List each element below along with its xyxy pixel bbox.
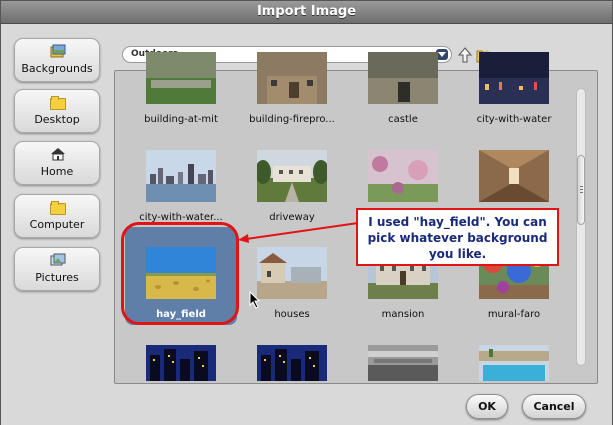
mouse-cursor-icon bbox=[249, 291, 261, 309]
file-item-building-at-mit[interactable]: building-at-mit bbox=[126, 52, 236, 140]
file-name: mural-faro bbox=[487, 309, 541, 320]
file-item-city-with-water[interactable]: city-with-water bbox=[459, 52, 569, 140]
file-name: city-with-water bbox=[476, 114, 552, 125]
sidebar-item-label: Computer bbox=[29, 218, 85, 231]
thumbnail bbox=[146, 52, 216, 104]
thumbnail bbox=[479, 150, 549, 202]
annotation-arrow bbox=[238, 222, 359, 243]
file-name: mansion bbox=[381, 309, 425, 320]
file-item-pool[interactable] bbox=[479, 345, 549, 381]
file-item-parking[interactable] bbox=[368, 345, 438, 381]
sidebar-item-label: Home bbox=[40, 165, 74, 178]
thumbnail bbox=[368, 52, 438, 104]
sidebar-item-label: Pictures bbox=[35, 271, 79, 284]
folder-icon bbox=[50, 200, 66, 215]
thumbnail bbox=[479, 52, 549, 104]
file-name: building-at-mit bbox=[144, 114, 218, 125]
file-name: houses bbox=[274, 309, 310, 320]
scrollbar-thumb[interactable] bbox=[577, 155, 585, 225]
file-item-night-city-2[interactable] bbox=[257, 345, 327, 381]
sidebar-item-desktop[interactable]: Desktop bbox=[14, 89, 100, 133]
annotation-callout: I used "hay_field". You can pick whateve… bbox=[356, 208, 559, 266]
house-icon bbox=[51, 148, 65, 161]
sidebar-item-backgrounds[interactable]: Backgrounds bbox=[14, 38, 100, 82]
sidebar-item-home[interactable]: Home bbox=[14, 141, 100, 185]
thumbnail bbox=[257, 247, 327, 299]
file-name: building-firepro... bbox=[249, 114, 335, 125]
file-item-building-firepro[interactable]: building-firepro... bbox=[237, 52, 347, 140]
thumbnail bbox=[368, 150, 438, 202]
file-item-castle[interactable]: castle bbox=[348, 52, 458, 140]
thumbnail bbox=[146, 150, 216, 202]
cancel-button[interactable]: Cancel bbox=[522, 394, 586, 419]
sidebar-item-label: Desktop bbox=[34, 113, 80, 126]
ok-button[interactable]: OK bbox=[466, 394, 508, 419]
backgrounds-icon bbox=[50, 44, 66, 58]
sidebar-item-computer[interactable]: Computer bbox=[14, 194, 100, 238]
sidebar-item-pictures[interactable]: Pictures bbox=[14, 247, 100, 291]
folder-icon bbox=[50, 95, 66, 110]
file-name: castle bbox=[388, 114, 418, 125]
file-item-hay-field[interactable]: hay_field bbox=[126, 247, 236, 327]
thumbnail bbox=[146, 247, 216, 299]
title-bar[interactable]: Import Image bbox=[1, 1, 612, 24]
file-name: hay_field bbox=[156, 309, 206, 320]
scrollbar-track[interactable] bbox=[576, 88, 586, 366]
pictures-icon bbox=[50, 253, 66, 266]
thumbnail bbox=[257, 150, 327, 202]
file-item-night-city-1[interactable] bbox=[146, 345, 216, 381]
window-title: Import Image bbox=[256, 4, 357, 19]
thumbnail bbox=[257, 52, 327, 104]
sidebar-item-label: Backgrounds bbox=[21, 62, 93, 75]
